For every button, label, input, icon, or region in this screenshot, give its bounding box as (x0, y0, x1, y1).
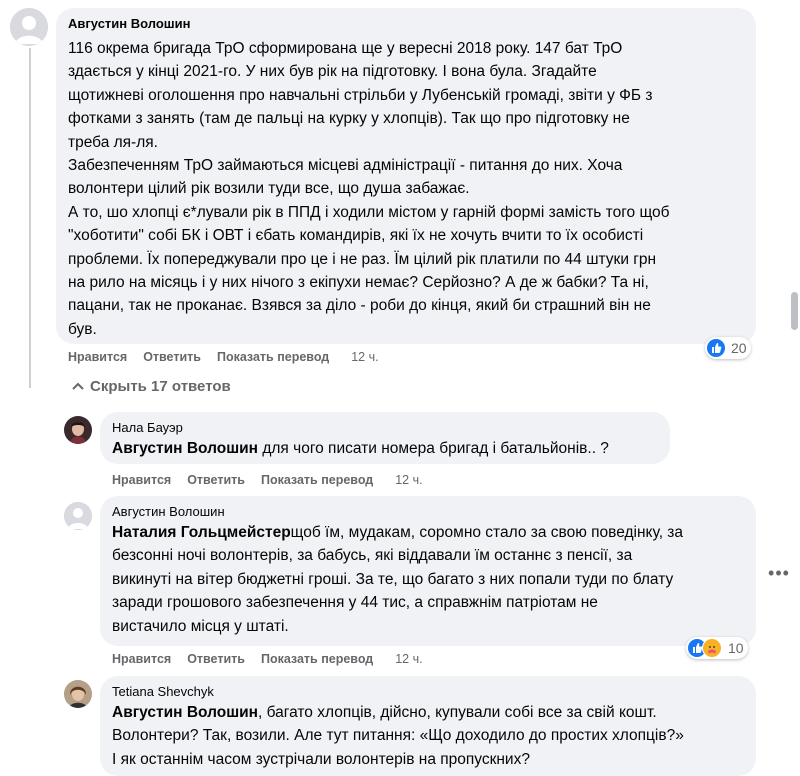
translate-button[interactable]: Показать перевод (261, 652, 373, 666)
translate-button[interactable]: Показать перевод (261, 473, 373, 487)
comment-bubble-main: Августин Волошин 116 окрема бригада ТрО … (56, 8, 756, 344)
hide-replies-button[interactable]: Скрыть 17 ответов (72, 378, 231, 395)
reply-text: Наталия Гольцмейстерщоб їм, мудакам, сор… (112, 524, 684, 635)
reply-button[interactable]: Ответить (187, 473, 245, 487)
comment-author[interactable]: Августин Волошин (68, 16, 744, 31)
reply-bubble-avgustin: Августин Волошин Наталия Гольцмейстерщоб… (100, 496, 756, 646)
reply-actions: Нравится Ответить Показать перевод 12 ч. (112, 652, 439, 666)
timestamp[interactable]: 12 ч. (395, 652, 422, 666)
reactions-summary[interactable]: 10 (686, 637, 748, 659)
reply-text: Августин Волошин, багато хлопців, дійсно… (112, 704, 684, 768)
mention-link[interactable]: Августин Волошин (112, 704, 258, 721)
reply-text: Августин Волошин для чого писати номера … (112, 440, 609, 457)
reactions-count: 10 (728, 640, 744, 656)
reply-author[interactable]: Нала Бауэр (112, 420, 658, 435)
mention-link[interactable]: Августин Волошин (112, 440, 258, 457)
comment-actions: Нравится Ответить Показать перевод 12 ч. (68, 350, 395, 364)
reply-bubble-tetiana: Tetiana Shevchyk Августин Волошин, багат… (100, 676, 756, 776)
avatar-avgustin-reply[interactable] (64, 502, 92, 530)
reactions-count: 20 (731, 340, 747, 356)
more-horizontal-icon[interactable]: ••• (762, 556, 796, 590)
reply-author[interactable]: Августин Волошин (112, 504, 744, 519)
timestamp[interactable]: 12 ч. (395, 473, 422, 487)
like-button[interactable]: Нравится (68, 350, 127, 364)
like-reaction-icon (707, 339, 725, 357)
avatar-tetiana[interactable] (64, 680, 92, 708)
reply-actions: Нравится Ответить Показать перевод 12 ч. (112, 473, 439, 487)
timestamp[interactable]: 12 ч. (351, 350, 378, 364)
reply-author[interactable]: Tetiana Shevchyk (112, 684, 744, 699)
like-button[interactable]: Нравится (112, 473, 171, 487)
scrollbar-thumb[interactable] (791, 292, 798, 330)
thread-line (29, 48, 31, 388)
comment-text: 116 окрема бригада ТрО сформирована ще у… (68, 40, 670, 338)
reactions-summary[interactable]: 20 (705, 337, 751, 359)
avatar-avgustin[interactable] (10, 8, 48, 46)
reply-button[interactable]: Ответить (187, 652, 245, 666)
care-reaction-icon (702, 638, 722, 658)
avatar-nala[interactable] (64, 416, 92, 444)
translate-button[interactable]: Показать перевод (217, 350, 329, 364)
chevron-up-icon (72, 378, 84, 395)
reply-bubble-nala: Нала Бауэр Августин Волошин для чого пис… (100, 412, 670, 464)
reply-button[interactable]: Ответить (143, 350, 201, 364)
like-button[interactable]: Нравится (112, 652, 171, 666)
mention-link[interactable]: Наталия Гольцмейстер (112, 524, 291, 541)
